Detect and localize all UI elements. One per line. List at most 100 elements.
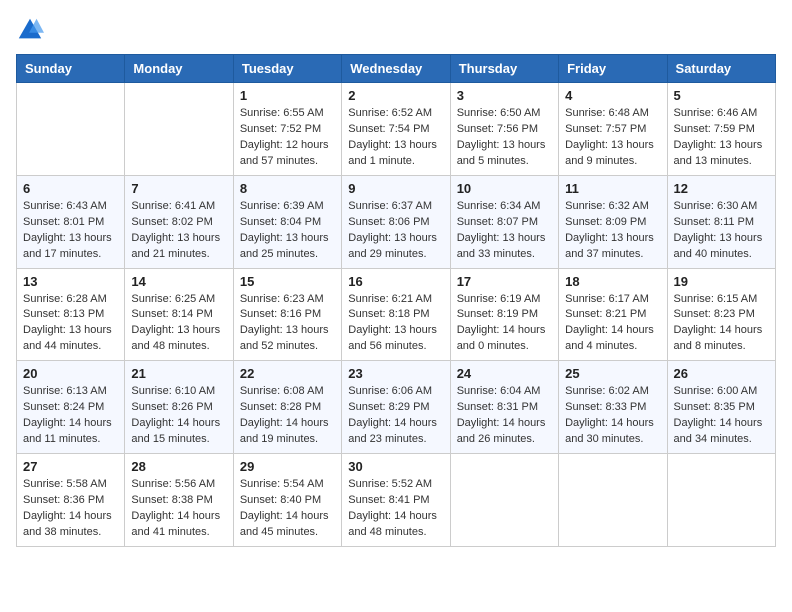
day-number: 7 [131,181,226,196]
day-info: Sunrise: 6:30 AM Sunset: 8:11 PM Dayligh… [674,199,769,263]
weekday-header-saturday: Saturday [667,55,775,83]
day-info: Sunrise: 6:50 AM Sunset: 7:56 PM Dayligh… [457,106,552,170]
day-info: Sunrise: 6:46 AM Sunset: 7:59 PM Dayligh… [674,106,769,170]
day-number: 13 [23,274,118,289]
calendar-cell [125,83,233,176]
day-number: 27 [23,459,118,474]
day-info: Sunrise: 6:10 AM Sunset: 8:26 PM Dayligh… [131,384,226,448]
day-info: Sunrise: 6:08 AM Sunset: 8:28 PM Dayligh… [240,384,335,448]
logo-icon [16,16,44,44]
day-number: 5 [674,88,769,103]
day-info: Sunrise: 6:41 AM Sunset: 8:02 PM Dayligh… [131,199,226,263]
logo [16,16,48,44]
day-number: 29 [240,459,335,474]
day-info: Sunrise: 6:39 AM Sunset: 8:04 PM Dayligh… [240,199,335,263]
calendar-cell: 17 Sunrise: 6:19 AM Sunset: 8:19 PM Dayli… [450,268,558,361]
day-info: Sunrise: 6:37 AM Sunset: 8:06 PM Dayligh… [348,199,443,263]
day-number: 2 [348,88,443,103]
calendar-week-row: 1 Sunrise: 6:55 AM Sunset: 7:52 PM Daylig… [17,83,776,176]
calendar-week-row: 20 Sunrise: 6:13 AM Sunset: 8:24 PM Dayli… [17,361,776,454]
day-number: 28 [131,459,226,474]
day-number: 8 [240,181,335,196]
calendar-cell [667,454,775,547]
day-info: Sunrise: 5:58 AM Sunset: 8:36 PM Dayligh… [23,477,118,541]
day-number: 23 [348,366,443,381]
day-number: 6 [23,181,118,196]
day-number: 19 [674,274,769,289]
day-info: Sunrise: 6:19 AM Sunset: 8:19 PM Dayligh… [457,292,552,356]
day-number: 3 [457,88,552,103]
calendar-header-row: SundayMondayTuesdayWednesdayThursdayFrid… [17,55,776,83]
calendar-cell: 18 Sunrise: 6:17 AM Sunset: 8:21 PM Dayli… [559,268,667,361]
calendar-cell [559,454,667,547]
calendar-cell: 10Sunrise: 6:34 AM Sunset: 8:07 PM Dayli… [450,175,558,268]
day-number: 26 [674,366,769,381]
day-info: Sunrise: 6:32 AM Sunset: 8:09 PM Dayligh… [565,199,660,263]
day-number: 21 [131,366,226,381]
calendar-cell: 13 Sunrise: 6:28 AM Sunset: 8:13 PM Dayli… [17,268,125,361]
day-info: Sunrise: 6:28 AM Sunset: 8:13 PM Dayligh… [23,292,118,356]
weekday-header-thursday: Thursday [450,55,558,83]
calendar-week-row: 13 Sunrise: 6:28 AM Sunset: 8:13 PM Dayli… [17,268,776,361]
day-info: Sunrise: 6:13 AM Sunset: 8:24 PM Dayligh… [23,384,118,448]
day-number: 11 [565,181,660,196]
calendar-cell: 8 Sunrise: 6:39 AM Sunset: 8:04 PM Daylig… [233,175,341,268]
day-info: Sunrise: 5:52 AM Sunset: 8:41 PM Dayligh… [348,477,443,541]
calendar-cell: 19 Sunrise: 6:15 AM Sunset: 8:23 PM Dayli… [667,268,775,361]
calendar-cell: 24Sunrise: 6:04 AM Sunset: 8:31 PM Dayli… [450,361,558,454]
calendar-week-row: 27 Sunrise: 5:58 AM Sunset: 8:36 PM Dayli… [17,454,776,547]
day-number: 24 [457,366,552,381]
day-number: 20 [23,366,118,381]
day-number: 17 [457,274,552,289]
day-number: 12 [674,181,769,196]
day-number: 18 [565,274,660,289]
day-number: 4 [565,88,660,103]
calendar-cell [17,83,125,176]
calendar-cell: 20 Sunrise: 6:13 AM Sunset: 8:24 PM Dayli… [17,361,125,454]
calendar-cell: 25 Sunrise: 6:02 AM Sunset: 8:33 PM Dayli… [559,361,667,454]
day-info: Sunrise: 6:43 AM Sunset: 8:01 PM Dayligh… [23,199,118,263]
day-number: 30 [348,459,443,474]
day-number: 10 [457,181,552,196]
calendar-cell: 22 Sunrise: 6:08 AM Sunset: 8:28 PM Dayli… [233,361,341,454]
weekday-header-sunday: Sunday [17,55,125,83]
calendar-cell: 29 Sunrise: 5:54 AM Sunset: 8:40 PM Dayli… [233,454,341,547]
day-info: Sunrise: 6:00 AM Sunset: 8:35 PM Dayligh… [674,384,769,448]
calendar-cell: 21 Sunrise: 6:10 AM Sunset: 8:26 PM Dayli… [125,361,233,454]
calendar-cell: 9 Sunrise: 6:37 AM Sunset: 8:06 PM Daylig… [342,175,450,268]
day-info: Sunrise: 6:15 AM Sunset: 8:23 PM Dayligh… [674,292,769,356]
day-number: 25 [565,366,660,381]
calendar-cell: 5 Sunrise: 6:46 AM Sunset: 7:59 PM Daylig… [667,83,775,176]
calendar-cell: 16 Sunrise: 6:21 AM Sunset: 8:18 PM Dayli… [342,268,450,361]
calendar-cell: 27 Sunrise: 5:58 AM Sunset: 8:36 PM Dayli… [17,454,125,547]
day-info: Sunrise: 6:17 AM Sunset: 8:21 PM Dayligh… [565,292,660,356]
day-number: 9 [348,181,443,196]
calendar-cell: 4 Sunrise: 6:48 AM Sunset: 7:57 PM Daylig… [559,83,667,176]
weekday-header-tuesday: Tuesday [233,55,341,83]
day-info: Sunrise: 6:23 AM Sunset: 8:16 PM Dayligh… [240,292,335,356]
day-info: Sunrise: 5:54 AM Sunset: 8:40 PM Dayligh… [240,477,335,541]
day-info: Sunrise: 6:21 AM Sunset: 8:18 PM Dayligh… [348,292,443,356]
calendar-cell: 23 Sunrise: 6:06 AM Sunset: 8:29 PM Dayli… [342,361,450,454]
calendar-cell: 15 Sunrise: 6:23 AM Sunset: 8:16 PM Dayli… [233,268,341,361]
day-info: Sunrise: 6:25 AM Sunset: 8:14 PM Dayligh… [131,292,226,356]
day-number: 16 [348,274,443,289]
calendar-cell: 26 Sunrise: 6:00 AM Sunset: 8:35 PM Dayli… [667,361,775,454]
calendar-cell: 12 Sunrise: 6:30 AM Sunset: 8:11 PM Dayli… [667,175,775,268]
page-header [16,16,776,44]
calendar-week-row: 6 Sunrise: 6:43 AM Sunset: 8:01 PM Daylig… [17,175,776,268]
weekday-header-monday: Monday [125,55,233,83]
day-info: Sunrise: 6:48 AM Sunset: 7:57 PM Dayligh… [565,106,660,170]
day-info: Sunrise: 6:55 AM Sunset: 7:52 PM Dayligh… [240,106,335,170]
day-info: Sunrise: 6:52 AM Sunset: 7:54 PM Dayligh… [348,106,443,170]
day-info: Sunrise: 6:02 AM Sunset: 8:33 PM Dayligh… [565,384,660,448]
calendar-cell [450,454,558,547]
day-number: 15 [240,274,335,289]
calendar-cell: 6 Sunrise: 6:43 AM Sunset: 8:01 PM Daylig… [17,175,125,268]
calendar-cell: 14 Sunrise: 6:25 AM Sunset: 8:14 PM Dayli… [125,268,233,361]
day-number: 1 [240,88,335,103]
calendar-cell: 2 Sunrise: 6:52 AM Sunset: 7:54 PM Daylig… [342,83,450,176]
day-info: Sunrise: 6:06 AM Sunset: 8:29 PM Dayligh… [348,384,443,448]
day-number: 22 [240,366,335,381]
day-number: 14 [131,274,226,289]
